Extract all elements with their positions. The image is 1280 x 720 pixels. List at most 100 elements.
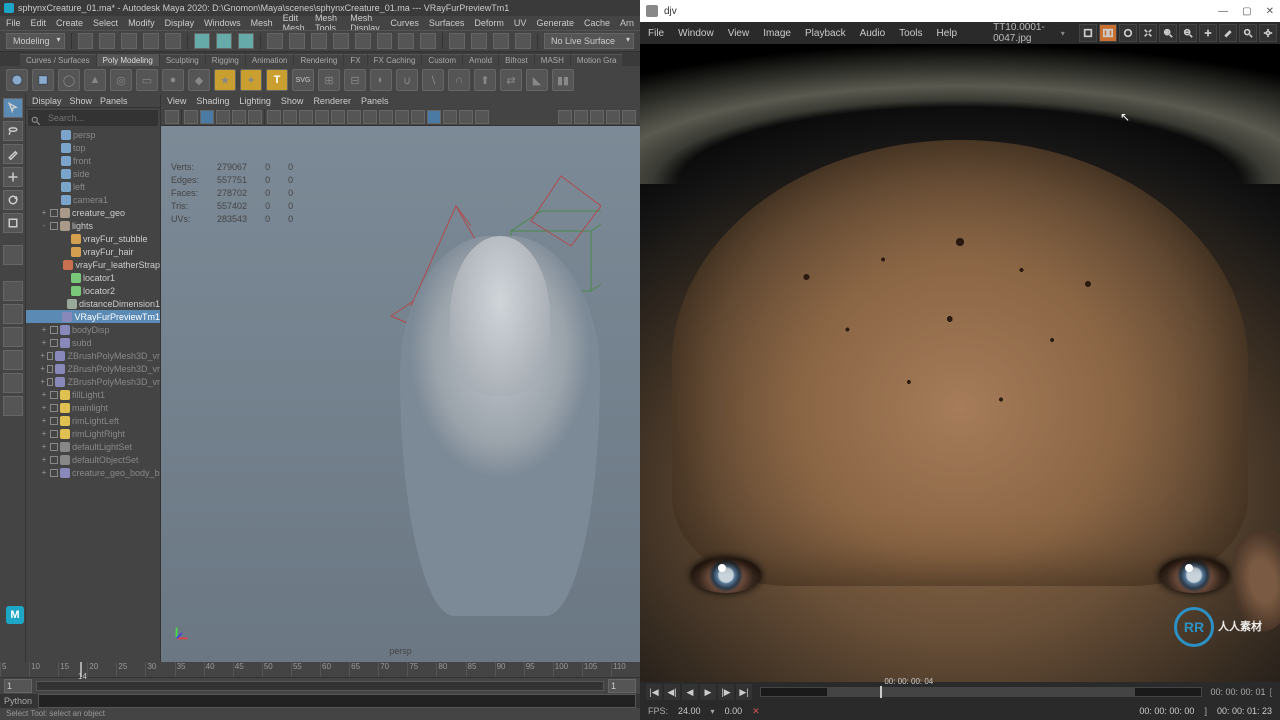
snap-point-button[interactable]	[311, 33, 327, 49]
shelf-type[interactable]: T	[266, 69, 288, 91]
shelf-mirror[interactable]: ▮▮	[552, 69, 574, 91]
vp-wire[interactable]	[184, 110, 198, 124]
djv-menubar[interactable]: FileWindowViewImagePlaybackAudioToolsHel…	[640, 22, 1280, 44]
tree-item[interactable]: VRayFurPreviewTm1	[26, 310, 160, 323]
visibility-box[interactable]	[50, 417, 58, 425]
expand-icon[interactable]: +	[40, 351, 45, 360]
maximize-button[interactable]: ▢	[1242, 6, 1251, 17]
menu-mesh[interactable]: Mesh	[251, 18, 273, 28]
vp-ao[interactable]	[427, 110, 441, 124]
shelf-bool-inter[interactable]: ∩	[448, 69, 470, 91]
outliner-tree[interactable]: persptopfrontsideleftcamera1+creature_ge…	[26, 128, 160, 662]
visibility-box[interactable]	[50, 339, 58, 347]
viewport-menu[interactable]: ViewShadingLightingShowRendererPanels	[161, 94, 640, 108]
expand-icon[interactable]: -	[40, 221, 48, 230]
range-slider[interactable]	[0, 678, 640, 694]
menu-create[interactable]: Create	[56, 18, 83, 28]
expand-icon[interactable]: +	[40, 390, 48, 399]
shelf-bool-diff[interactable]: ∖	[422, 69, 444, 91]
tree-item[interactable]: +defaultLightSet	[26, 440, 160, 453]
shelf-cone[interactable]: ▲	[84, 69, 106, 91]
vp-xray-joints[interactable]	[299, 110, 313, 124]
vp-menu-item[interactable]: Shading	[196, 96, 229, 106]
shelf-tab[interactable]: FX	[344, 54, 366, 66]
tree-item[interactable]: vrayFur_leatherStrap	[26, 258, 160, 271]
djv-menu-item[interactable]: Playback	[805, 28, 846, 39]
live-surface-dropdown[interactable]: No Live Surface	[544, 33, 634, 49]
expand-icon[interactable]: +	[40, 455, 48, 464]
goto-end-button[interactable]: ▶|	[736, 684, 752, 700]
lasso-mode-button[interactable]	[216, 33, 232, 49]
tree-item[interactable]: +ZBrushPolyMesh3D_vr	[26, 375, 160, 388]
menu-windows[interactable]: Windows	[204, 18, 241, 28]
range-start-input[interactable]	[4, 679, 32, 693]
tree-item[interactable]: +rimLightRight	[26, 427, 160, 440]
last-tool[interactable]	[3, 245, 23, 265]
settings-button[interactable]	[1259, 24, 1277, 42]
menu-generate[interactable]: Generate	[536, 18, 574, 28]
shelf-tab[interactable]: MASH	[535, 54, 570, 66]
color-picker-button[interactable]	[1219, 24, 1237, 42]
layout-two-v[interactable]	[3, 350, 23, 370]
tree-item[interactable]: locator1	[26, 271, 160, 284]
djv-menu-item[interactable]: View	[728, 28, 750, 39]
tree-item[interactable]: +creature_geo_body_b	[26, 466, 160, 479]
djv-menu-item[interactable]: Tools	[899, 28, 922, 39]
tree-item[interactable]: +defaultObjectSet	[26, 453, 160, 466]
menu-surfaces[interactable]: Surfaces	[429, 18, 465, 28]
zoom-in-button[interactable]	[1159, 24, 1177, 42]
tree-item[interactable]: +fillLight1	[26, 388, 160, 401]
visibility-box[interactable]	[50, 222, 58, 230]
tree-item[interactable]: +creature_geo	[26, 206, 160, 219]
expand-icon[interactable]: +	[40, 338, 48, 347]
snap-plane-button[interactable]	[333, 33, 349, 49]
tree-item[interactable]: camera1	[26, 193, 160, 206]
shelf-plane[interactable]: ▭	[136, 69, 158, 91]
menu-modify[interactable]: Modify	[128, 18, 155, 28]
shelf-tabs[interactable]: Curves / SurfacesPoly ModelingSculptingR…	[0, 52, 640, 66]
snap-view-button[interactable]	[377, 33, 393, 49]
paint-select-tool[interactable]	[3, 144, 23, 164]
layout-three[interactable]	[3, 373, 23, 393]
menu-curves[interactable]: Curves	[390, 18, 419, 28]
djv-image-view[interactable]: ↖ RR 人人素材	[640, 44, 1280, 682]
vp-select-camera[interactable]	[165, 110, 179, 124]
menu-display[interactable]: Display	[165, 18, 195, 28]
timeline-ruler[interactable]: 5101520253035404550556065707580859095100…	[0, 662, 640, 678]
maya-menubar[interactable]: FileEditCreateSelectModifyDisplayWindows…	[0, 16, 640, 30]
tree-item[interactable]: +subd	[26, 336, 160, 349]
goto-start-button[interactable]: |◀	[646, 684, 662, 700]
djv-menu-item[interactable]: Audio	[860, 28, 886, 39]
shelf-tab[interactable]: Sculpting	[160, 54, 205, 66]
djv-menu-item[interactable]: File	[648, 28, 664, 39]
shelf-tab[interactable]: Custom	[422, 54, 462, 66]
scale-tool[interactable]	[3, 213, 23, 233]
tree-item[interactable]: vrayFur_hair	[26, 245, 160, 258]
vp-grid[interactable]	[315, 110, 329, 124]
vp-menu-item[interactable]: Renderer	[313, 96, 351, 106]
next-frame-button[interactable]: |▶	[718, 684, 734, 700]
expand-icon[interactable]: +	[40, 442, 48, 451]
pan-button[interactable]	[1199, 24, 1217, 42]
vp-gamma[interactable]	[574, 110, 588, 124]
expand-icon[interactable]: +	[40, 403, 48, 412]
tree-item[interactable]: top	[26, 141, 160, 154]
layout-two-h[interactable]	[3, 327, 23, 347]
expand-icon[interactable]: +	[40, 429, 48, 438]
layout-outliner[interactable]	[3, 396, 23, 416]
shelf-tab[interactable]: Bifrost	[499, 54, 534, 66]
select-mode-button[interactable]	[194, 33, 210, 49]
shelf-tab[interactable]: FX Caching	[368, 54, 422, 66]
range-end-input[interactable]	[608, 679, 636, 693]
layout-single-button[interactable]	[1079, 24, 1097, 42]
vp-motion-blur[interactable]	[443, 110, 457, 124]
shelf-tab[interactable]: Motion Gra	[571, 54, 623, 66]
menu-file[interactable]: File	[6, 18, 21, 28]
vp-textured[interactable]	[216, 110, 230, 124]
expand-icon[interactable]: +	[40, 468, 48, 477]
tc-in[interactable]: 00: 00: 00: 00	[1139, 706, 1194, 716]
sym4-button[interactable]	[515, 33, 531, 49]
vp-menu-item[interactable]: Lighting	[239, 96, 271, 106]
menu-arn[interactable]: Arn	[620, 18, 634, 28]
djv-menu-item[interactable]: Help	[937, 28, 958, 39]
